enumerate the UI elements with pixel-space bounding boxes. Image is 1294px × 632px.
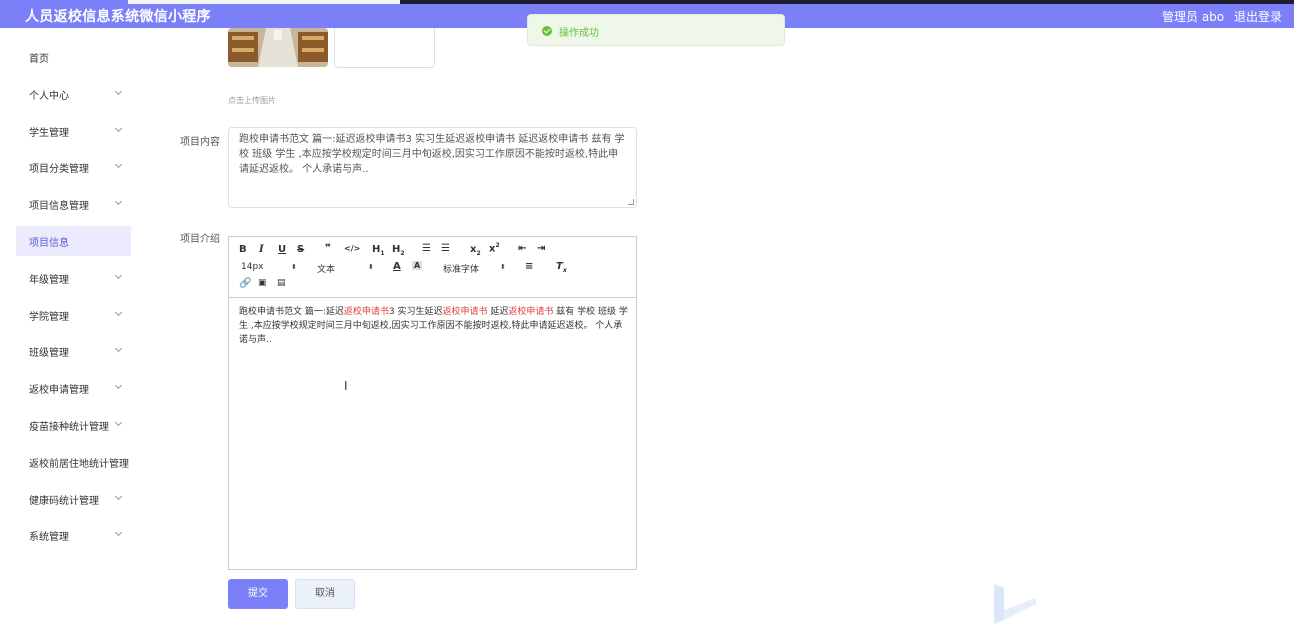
- font-size-chevron-icon: ⬍: [291, 263, 297, 271]
- submit-button[interactable]: 提交: [228, 579, 288, 609]
- bullet-list-icon[interactable]: ☰: [441, 243, 450, 254]
- chevron-down-icon: [114, 160, 123, 169]
- sidebar-item[interactable]: 学院管理: [16, 300, 131, 330]
- chevron-down-icon: [114, 344, 123, 353]
- sidebar-item-label: 健康码统计管理: [29, 496, 99, 507]
- upload-hint: 点击上传图片: [228, 96, 276, 105]
- outdent-icon[interactable]: ⇤: [518, 243, 526, 254]
- content-textarea[interactable]: 跑校申请书范文 篇一:延迟返校申请书3 实习生延迟返校申请书 延迟返校申请书 兹…: [228, 127, 637, 208]
- top-strip-tab: [0, 0, 128, 4]
- video-icon[interactable]: ▤: [277, 278, 286, 288]
- sidebar-item[interactable]: 项目信息管理: [16, 189, 131, 219]
- sidebar-item-label: 学院管理: [29, 312, 69, 323]
- rich-text-editor[interactable]: B I U S ❞ </> H1 H2 ☰ ☰ x2 x2 ⇤ ⇥ 14px ⬍…: [228, 236, 637, 570]
- ordered-list-icon[interactable]: ☰: [422, 243, 431, 254]
- chevron-down-icon: [114, 197, 123, 206]
- sidebar-item[interactable]: 班级管理: [16, 336, 131, 366]
- sidebar-item-label: 学生管理: [29, 128, 69, 139]
- upload-add-box[interactable]: [334, 28, 435, 68]
- block-type-select[interactable]: 文本: [317, 262, 335, 275]
- editor-content[interactable]: 跑校申请书范文 篇一:延迟返校申请书3 实习生延迟返校申请书 延迟返校申请书 兹…: [239, 305, 629, 347]
- block-type-chevron-icon: ⬍: [368, 263, 374, 271]
- sidebar-item-label: 返校申请管理: [29, 385, 89, 396]
- sidebar-item[interactable]: 健康码统计管理: [16, 484, 131, 514]
- sidebar-item[interactable]: 首页: [16, 42, 131, 72]
- chevron-down-icon: [114, 528, 123, 537]
- toast-message: 操作成功: [559, 28, 599, 39]
- sidebar-item-label: 返校前居住地统计管理: [29, 459, 129, 470]
- editor-toolbar: B I U S ❞ </> H1 H2 ☰ ☰ x2 x2 ⇤ ⇥ 14px ⬍…: [229, 237, 636, 298]
- sidebar-item-label: 项目分类管理: [29, 164, 89, 175]
- highlighted-text: 返校申请书: [442, 307, 488, 317]
- code-icon[interactable]: </>: [344, 244, 360, 253]
- admin-user-label: 管理员 abo: [1162, 10, 1225, 24]
- check-circle-icon: [542, 26, 552, 36]
- clear-format-icon[interactable]: Tx: [556, 261, 567, 274]
- sidebar-item[interactable]: 返校申请管理: [16, 373, 131, 403]
- text-cursor-icon: I: [344, 379, 348, 393]
- sidebar-item[interactable]: 疫苗接种统计管理: [16, 410, 131, 440]
- underline-icon[interactable]: U: [278, 244, 286, 255]
- sidebar-item[interactable]: 项目分类管理: [16, 152, 131, 182]
- link-icon[interactable]: 🔗: [239, 278, 251, 289]
- superscript-icon[interactable]: x2: [489, 242, 500, 254]
- uploaded-image-thumbnail[interactable]: [228, 28, 328, 67]
- sidebar-item[interactable]: 学生管理: [16, 116, 131, 146]
- top-strip: [0, 0, 1294, 4]
- blockquote-icon[interactable]: ❞: [325, 243, 331, 254]
- watermark-logo-icon: [994, 584, 1036, 624]
- chevron-down-icon: [114, 308, 123, 317]
- chevron-down-icon: [114, 492, 123, 501]
- heading2-icon[interactable]: H2: [392, 244, 405, 257]
- chevron-down-icon: [114, 418, 123, 427]
- sidebar-item-label: 疫苗接种统计管理: [29, 422, 109, 433]
- sidebar-item-label: 系统管理: [29, 532, 69, 543]
- text-color-icon[interactable]: A: [393, 261, 401, 272]
- chevron-down-icon: [114, 124, 123, 133]
- intro-label: 项目介绍: [180, 234, 220, 245]
- font-size-select[interactable]: 14px: [241, 262, 264, 272]
- highlighted-text: 返校申请书: [343, 307, 389, 317]
- background-color-icon[interactable]: A: [412, 261, 423, 270]
- highlighted-text: 返校申请书: [508, 307, 554, 317]
- chevron-down-icon: [114, 271, 123, 280]
- cancel-button[interactable]: 取消: [295, 579, 355, 609]
- sidebar-item[interactable]: 返校前居住地统计管理: [16, 447, 131, 477]
- sidebar-item-label: 年级管理: [29, 275, 69, 286]
- font-family-chevron-icon: ⬍: [500, 263, 506, 271]
- strike-icon[interactable]: S: [297, 244, 304, 255]
- sidebar-item[interactable]: 年级管理: [16, 263, 131, 293]
- sidebar: 首页个人中心学生管理项目分类管理 项目信息管理 项目信息年级管理学院管理班级管理返校…: [0, 28, 140, 632]
- sidebar-item-label: 项目信息: [29, 238, 69, 249]
- success-toast: 操作成功: [527, 14, 785, 46]
- app-title: 人员返校信息系统微信小程序: [25, 9, 211, 25]
- resize-handle-icon[interactable]: [628, 199, 634, 205]
- bold-icon[interactable]: B: [239, 244, 247, 255]
- top-strip-tab: [128, 0, 400, 4]
- subscript-icon[interactable]: x2: [470, 244, 481, 257]
- sidebar-item-label: 班级管理: [29, 348, 69, 359]
- content-textarea-value: 跑校申请书范文 篇一:延迟返校申请书3 实习生延迟返校申请书 延迟返校申请书 兹…: [239, 134, 625, 175]
- editor-text: 3 实习生延迟: [388, 307, 443, 317]
- sidebar-item-label: 项目信息管理: [29, 201, 89, 212]
- indent-icon[interactable]: ⇥: [537, 243, 545, 254]
- sidebar-item-label: 个人中心: [29, 91, 69, 102]
- editor-text: 跑校申请书范文 篇一:延迟: [239, 307, 344, 317]
- image-icon[interactable]: ▣: [258, 278, 267, 288]
- sidebar-item[interactable]: 个人中心: [16, 79, 131, 109]
- align-icon[interactable]: ≡: [525, 261, 533, 272]
- chevron-down-icon: [114, 87, 123, 96]
- sidebar-item[interactable]: 项目信息: [16, 226, 131, 256]
- sidebar-item-label: 首页: [29, 54, 49, 65]
- font-family-select[interactable]: 标准字体: [443, 262, 479, 275]
- italic-icon[interactable]: I: [259, 244, 264, 255]
- chevron-down-icon: [114, 381, 123, 390]
- heading1-icon[interactable]: H1: [372, 244, 385, 257]
- logout-link[interactable]: 退出登录: [1234, 8, 1282, 25]
- content-label: 项目内容: [180, 137, 220, 148]
- sidebar-item[interactable]: 系统管理: [16, 520, 131, 550]
- editor-text: 延迟: [487, 307, 509, 317]
